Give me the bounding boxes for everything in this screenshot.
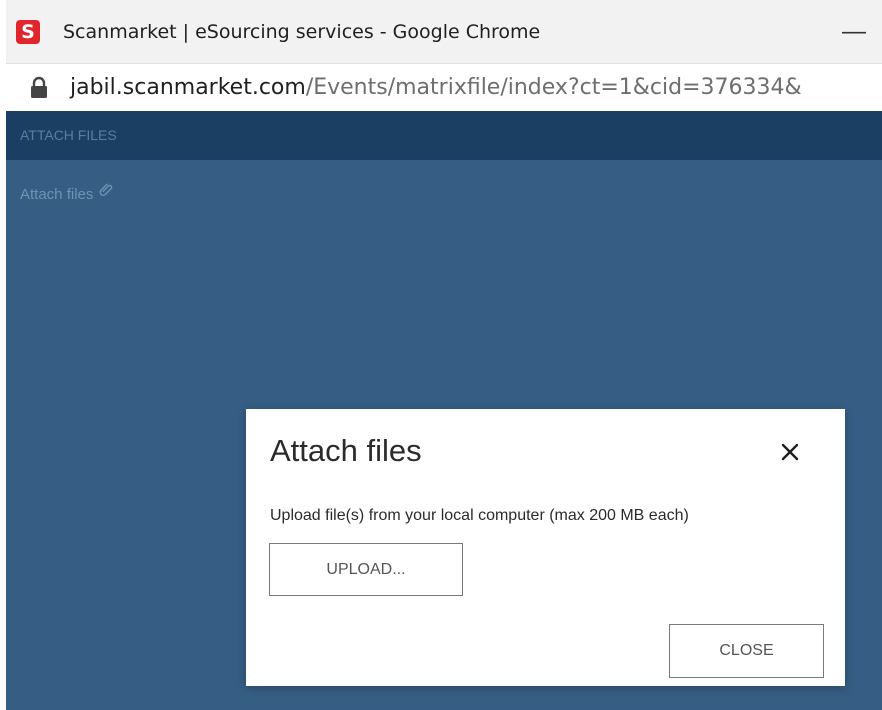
attach-files-dialog: Attach files Upload file(s) from your lo… — [246, 409, 845, 686]
attach-files-label: Attach files — [20, 186, 94, 203]
window-title: Scanmarket | eSourcing services - Google… — [63, 21, 541, 43]
url-text[interactable]: jabil.scanmarket.com/Events/matrixfile/i… — [70, 73, 802, 103]
title-bar: S Scanmarket | eSourcing services - Goog… — [6, 0, 882, 63]
url-path: /Events/matrixfile/index?ct=1&cid=376334… — [305, 75, 802, 100]
dialog-description: Upload file(s) from your local computer … — [270, 507, 689, 524]
lock-icon[interactable] — [28, 76, 50, 100]
browser-window: S Scanmarket | eSourcing services - Goog… — [6, 0, 882, 710]
dialog-title: Attach files — [270, 433, 422, 468]
address-bar[interactable]: jabil.scanmarket.com/Events/matrixfile/i… — [6, 63, 882, 111]
scanmarket-logo-icon: S — [16, 20, 40, 44]
page-content: ATTACH FILES Attach files Attach files U… — [6, 111, 882, 710]
close-button[interactable]: CLOSE — [669, 624, 824, 678]
paperclip-icon — [99, 183, 112, 196]
url-domain: jabil.scanmarket.com — [70, 75, 306, 100]
close-icon[interactable] — [777, 439, 803, 465]
minimize-button[interactable]: — — [834, 18, 874, 46]
upload-button[interactable]: UPLOAD... — [269, 543, 463, 596]
page-header: ATTACH FILES — [6, 111, 882, 160]
attach-files-link[interactable]: Attach files — [20, 183, 113, 205]
page-header-title: ATTACH FILES — [20, 127, 117, 143]
